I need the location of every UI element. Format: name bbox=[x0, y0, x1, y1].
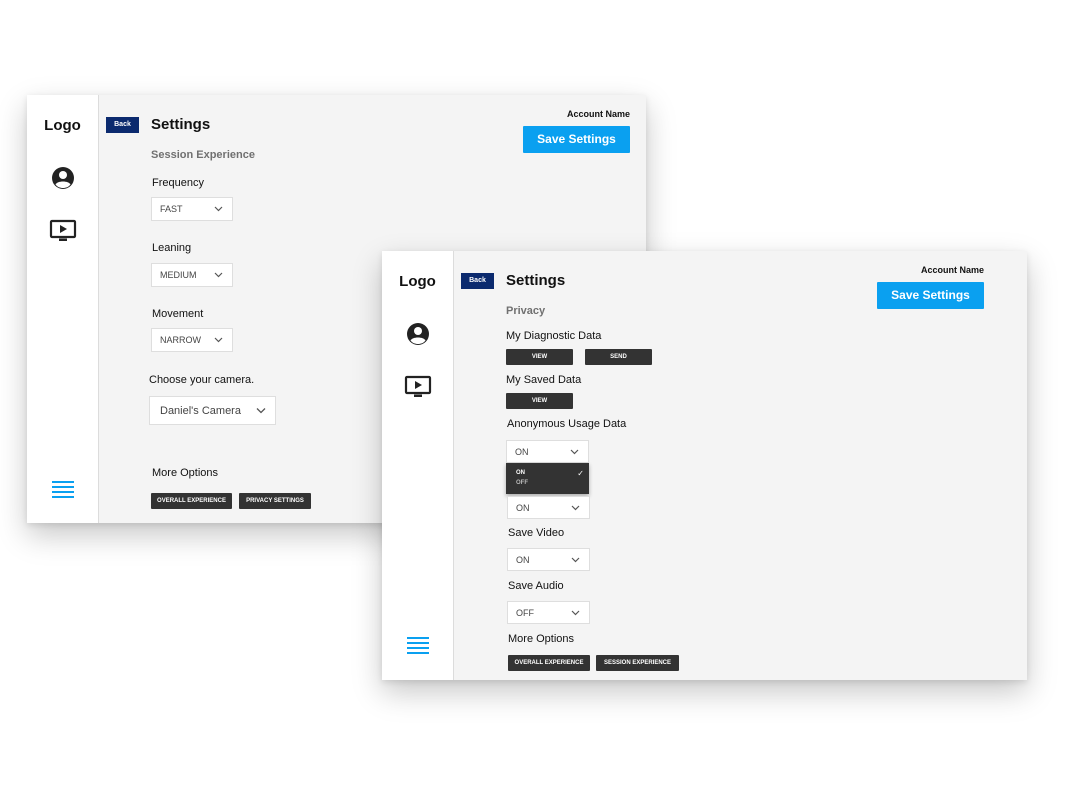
diagnostic-data-label: My Diagnostic Data bbox=[506, 330, 602, 342]
chevron-down-icon bbox=[570, 449, 579, 454]
more-options-label: More Options bbox=[508, 633, 575, 645]
frequency-select[interactable]: FAST bbox=[151, 197, 233, 221]
logo: Logo bbox=[44, 117, 81, 134]
diagnostic-send-button[interactable]: SEND bbox=[585, 349, 652, 365]
diagnostic-view-button[interactable]: VIEW bbox=[506, 349, 573, 365]
movement-label: Movement bbox=[152, 308, 204, 320]
account-circle-icon[interactable] bbox=[51, 166, 75, 190]
section-title: Session Experience bbox=[151, 149, 255, 161]
camera-label: Choose your camera. bbox=[149, 374, 255, 386]
anonymous-usage-label: Anonymous Usage Data bbox=[507, 418, 627, 430]
session-experience-button[interactable]: SESSION EXPERIENCE bbox=[596, 655, 679, 671]
camera-value: Daniel's Camera bbox=[160, 404, 241, 417]
video-player-icon[interactable] bbox=[404, 375, 432, 399]
leaning-select[interactable]: MEDIUM bbox=[151, 263, 233, 287]
chevron-down-icon bbox=[256, 407, 266, 413]
chevron-down-icon bbox=[214, 206, 223, 212]
overall-experience-button[interactable]: OVERALL EXPERIENCE bbox=[508, 655, 590, 671]
video-player-icon[interactable] bbox=[49, 219, 77, 243]
chevron-down-icon bbox=[214, 337, 223, 343]
saved-data-view-button[interactable]: VIEW bbox=[506, 393, 573, 409]
sidebar: Logo bbox=[27, 95, 99, 523]
save-settings-button[interactable]: Save Settings bbox=[523, 126, 630, 153]
menu-icon[interactable] bbox=[51, 480, 74, 498]
anonymous-usage-select[interactable]: ON bbox=[506, 440, 589, 463]
frequency-value: FAST bbox=[160, 204, 183, 214]
privacy-settings-button[interactable]: PRIVACY SETTINGS bbox=[239, 493, 311, 509]
back-button[interactable]: Back bbox=[106, 117, 139, 133]
frequency-label: Frequency bbox=[152, 177, 204, 189]
save-settings-button[interactable]: Save Settings bbox=[877, 282, 984, 309]
chevron-down-icon bbox=[571, 505, 580, 510]
page-title: Settings bbox=[151, 116, 211, 133]
save-audio-label: Save Audio bbox=[508, 580, 564, 592]
menu-icon[interactable] bbox=[406, 636, 429, 654]
anonymous-usage-value: ON bbox=[515, 446, 529, 457]
overall-experience-button[interactable]: OVERALL EXPERIENCE bbox=[151, 493, 232, 509]
chevron-down-icon bbox=[571, 557, 580, 562]
settings-window-privacy: Logo Back Settings Account Name Save Set… bbox=[382, 251, 1027, 680]
dropdown-option-on[interactable]: ON bbox=[516, 470, 525, 476]
checkmark-icon: ✓ bbox=[577, 469, 584, 478]
leaning-label: Leaning bbox=[152, 242, 192, 254]
account-name[interactable]: Account Name bbox=[921, 265, 984, 275]
camera-select[interactable]: Daniel's Camera bbox=[149, 396, 276, 425]
setting-select[interactable]: ON bbox=[507, 496, 590, 519]
dropdown-option-off[interactable]: OFF bbox=[516, 480, 528, 486]
movement-value: NARROW bbox=[160, 335, 201, 345]
save-audio-select[interactable]: OFF bbox=[507, 601, 590, 624]
settings-main: Back Settings Account Name Save Settings… bbox=[454, 251, 1027, 680]
chevron-down-icon bbox=[571, 610, 580, 615]
page-title: Settings bbox=[506, 272, 566, 289]
account-circle-icon[interactable] bbox=[406, 322, 430, 346]
sidebar: Logo bbox=[382, 251, 454, 680]
more-options-label: More Options bbox=[152, 467, 219, 479]
movement-select[interactable]: NARROW bbox=[151, 328, 233, 352]
logo: Logo bbox=[399, 273, 436, 290]
save-video-label: Save Video bbox=[508, 527, 565, 539]
anonymous-usage-dropdown: ON ✓ OFF bbox=[506, 463, 589, 494]
save-video-select[interactable]: ON bbox=[507, 548, 590, 571]
leaning-value: MEDIUM bbox=[160, 270, 197, 280]
back-button[interactable]: Back bbox=[461, 273, 494, 289]
chevron-down-icon bbox=[214, 272, 223, 278]
save-audio-value: OFF bbox=[516, 607, 534, 618]
account-name[interactable]: Account Name bbox=[567, 109, 630, 119]
setting-value: ON bbox=[516, 502, 530, 513]
saved-data-label: My Saved Data bbox=[506, 374, 582, 386]
section-title: Privacy bbox=[506, 305, 546, 317]
save-video-value: ON bbox=[516, 554, 530, 565]
